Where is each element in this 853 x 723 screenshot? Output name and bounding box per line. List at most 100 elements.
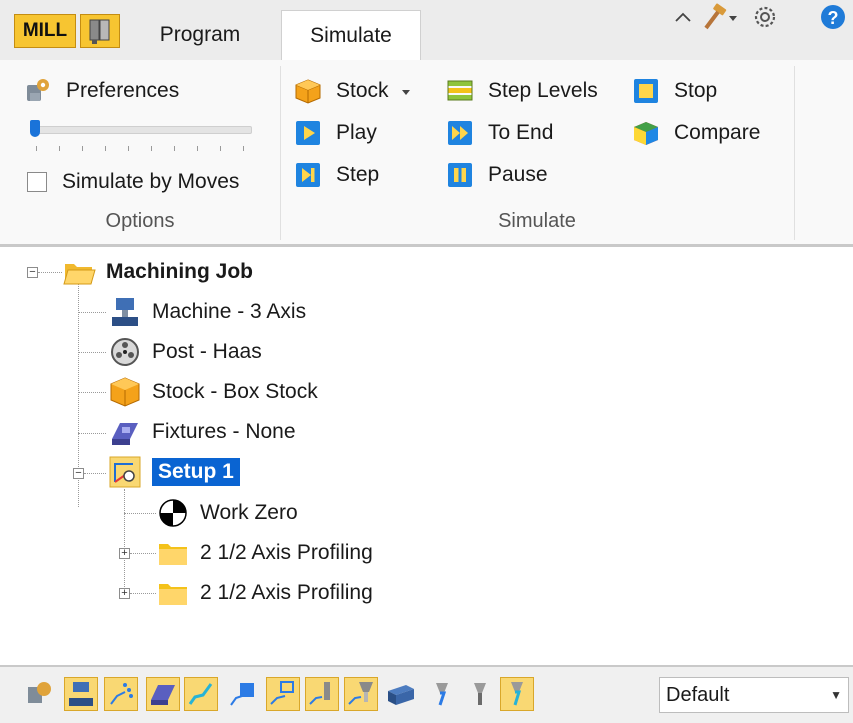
tree-node-label: Post - Haas: [152, 340, 262, 363]
to-end-icon: [446, 119, 474, 147]
step-button[interactable]: Step: [294, 158, 379, 192]
tree-node-label-selected: Setup 1: [152, 458, 240, 486]
tree-node-work-zero[interactable]: Work Zero: [156, 496, 298, 530]
show-job-icon[interactable]: [22, 677, 56, 711]
stock-label: Stock: [336, 79, 389, 102]
tool-display-2-icon[interactable]: [462, 677, 496, 711]
step-levels-icon: [446, 77, 474, 105]
view-select-value: Default: [666, 684, 730, 706]
expand-toggle[interactable]: +: [119, 588, 130, 599]
step-label: Step: [336, 163, 380, 186]
play-icon: [294, 119, 322, 147]
stock-icon: [294, 77, 322, 105]
tree-node-post[interactable]: Post - Haas: [108, 335, 262, 369]
show-part-icon[interactable]: [226, 677, 260, 711]
post-reel-icon: [108, 335, 142, 369]
mill-app-button[interactable]: MILL: [14, 14, 76, 48]
bottom-toolbar: Default ▼: [0, 665, 853, 723]
chevron-down-icon: ▼: [830, 688, 842, 702]
speed-slider-track[interactable]: [34, 126, 252, 134]
folder-open-icon: [62, 255, 96, 289]
stock-box-icon: [108, 375, 142, 409]
show-stock-icon[interactable]: [384, 677, 418, 711]
machine-icon: [108, 295, 142, 329]
step-levels-button[interactable]: Step Levels: [446, 74, 598, 108]
expand-toggle[interactable]: +: [119, 548, 130, 559]
step-icon: [294, 161, 322, 189]
tree-node-machine[interactable]: Machine - 3 Axis: [108, 295, 306, 329]
stop-icon: [632, 77, 660, 105]
show-machine-icon[interactable]: [64, 677, 98, 711]
simulate-by-moves-text: Simulate by Moves: [62, 170, 240, 193]
to-end-button[interactable]: To End: [446, 116, 553, 150]
group-separator-end: [794, 66, 795, 240]
step-levels-label: Step Levels: [488, 79, 598, 102]
pause-icon: [446, 161, 474, 189]
folder-icon: [156, 576, 190, 610]
tree-connector: [78, 312, 106, 314]
preferences-button[interactable]: Preferences: [24, 74, 179, 108]
simulate-group-label: Simulate: [498, 210, 576, 232]
view-select[interactable]: Default ▼: [659, 677, 849, 713]
show-holder-icon[interactable]: [344, 677, 378, 711]
show-fixture-icon[interactable]: [146, 677, 180, 711]
tree-node-label: Machine - 3 Axis: [152, 300, 307, 323]
tree-connector: [78, 433, 106, 435]
stop-label: Stop: [674, 79, 718, 102]
pause-button[interactable]: Pause: [446, 158, 548, 192]
tool-display-3-icon[interactable]: [500, 677, 534, 711]
tab-program[interactable]: Program: [130, 10, 270, 60]
fixture-vise-icon: [108, 415, 142, 449]
collapse-ribbon-icon[interactable]: [668, 0, 698, 34]
settings-gear-icon[interactable]: [750, 0, 780, 34]
tree-node-operation-folder[interactable]: 2 1/2 Axis Profiling: [156, 536, 373, 570]
tree-node-label: 2 1/2 Axis Profiling: [200, 541, 373, 564]
speed-slider-thumb[interactable]: [30, 120, 40, 137]
tree-node-label: Work Zero: [200, 501, 298, 524]
collapse-toggle[interactable]: −: [73, 468, 84, 479]
setup-icon: [108, 455, 142, 489]
preferences-label: Preferences: [66, 79, 180, 102]
show-feature-icon[interactable]: [266, 677, 300, 711]
tree-node-machining-job[interactable]: Machining Job: [62, 255, 253, 289]
help-icon[interactable]: ?: [818, 0, 848, 34]
simulate-by-moves-label[interactable]: Simulate by Moves: [62, 165, 239, 199]
tree-node-label: Machining Job: [106, 260, 253, 283]
job-tree: − Machining Job Machine - 3 Axis Post - …: [0, 247, 853, 665]
show-toolpath-icon[interactable]: [184, 677, 218, 711]
stock-button[interactable]: Stock: [294, 74, 411, 108]
show-tool-icon[interactable]: [305, 677, 339, 711]
options-group-label: Options: [105, 210, 175, 232]
tree-connector: [124, 513, 156, 515]
tool-display-1-icon[interactable]: [424, 677, 458, 711]
work-zero-icon: [156, 496, 190, 530]
stock-dropdown-arrow-icon[interactable]: [401, 79, 411, 103]
tree-node-operation-folder[interactable]: 2 1/2 Axis Profiling: [156, 576, 373, 610]
folder-icon: [156, 536, 190, 570]
simulate-by-moves-checkbox[interactable]: [27, 172, 47, 192]
tree-node-fixtures[interactable]: Fixtures - None: [108, 415, 296, 449]
preferences-icon: [24, 77, 52, 105]
stop-button[interactable]: Stop: [632, 74, 717, 108]
dropdown-arrow-icon[interactable]: [724, 0, 742, 34]
tree-node-label: Stock - Box Stock: [152, 380, 318, 403]
speed-slider-ticks: [36, 146, 250, 152]
compare-icon: [632, 119, 660, 147]
tree-connector: [130, 553, 156, 555]
tree-connector: [84, 473, 106, 475]
tab-strip: MILL Program Simulate ?: [0, 0, 853, 61]
compare-label: Compare: [674, 121, 761, 144]
tab-simulate[interactable]: Simulate: [281, 10, 421, 61]
tree-node-label: Fixtures - None: [152, 420, 296, 443]
pause-label: Pause: [488, 163, 548, 186]
tree-node-setup-1[interactable]: Setup 1: [108, 455, 240, 489]
mill-tools-icon[interactable]: [80, 14, 120, 48]
tree-node-stock[interactable]: Stock - Box Stock: [108, 375, 318, 409]
compare-button[interactable]: Compare: [632, 116, 760, 150]
collapse-toggle[interactable]: −: [27, 267, 38, 278]
play-button[interactable]: Play: [294, 116, 377, 150]
tree-connector: [38, 272, 62, 274]
show-toolpath-points-icon[interactable]: [104, 677, 138, 711]
svg-text:?: ?: [828, 8, 839, 28]
tree-connector: [78, 392, 106, 394]
